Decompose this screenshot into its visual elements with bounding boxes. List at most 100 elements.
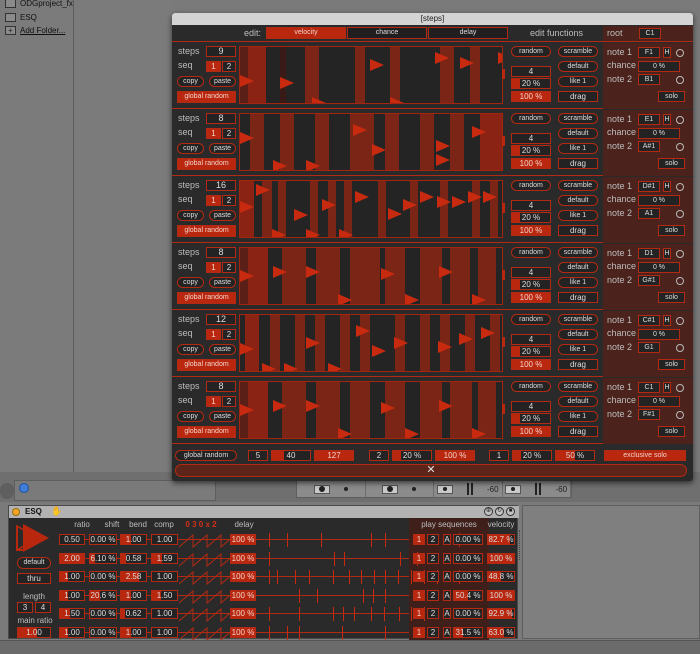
intensity-slider[interactable]: 100 % bbox=[511, 225, 551, 236]
step-column[interactable] bbox=[470, 47, 480, 103]
shift-slider[interactable]: 0.00 % bbox=[89, 534, 117, 545]
step-marker[interactable] bbox=[256, 184, 270, 196]
bend-slider[interactable]: 1.00 bbox=[120, 589, 147, 601]
ratio-slider[interactable]: 1.00 bbox=[59, 626, 85, 638]
hold-toggle[interactable]: H bbox=[663, 382, 671, 393]
hold-toggle[interactable]: H bbox=[663, 315, 671, 326]
monitor-button[interactable] bbox=[382, 484, 399, 494]
step-marker[interactable] bbox=[405, 428, 419, 438]
step-marker[interactable] bbox=[472, 428, 486, 438]
note1-field[interactable]: C1 bbox=[638, 382, 660, 393]
note1-field[interactable]: E1 bbox=[638, 114, 660, 125]
default-button[interactable]: default bbox=[558, 128, 598, 139]
step-marker[interactable] bbox=[355, 191, 369, 203]
random-button[interactable]: random bbox=[511, 113, 551, 124]
step-column[interactable] bbox=[450, 114, 464, 170]
delay-tick[interactable] bbox=[333, 607, 334, 621]
paste-button[interactable]: paste bbox=[209, 344, 236, 355]
note1-radio[interactable] bbox=[676, 116, 684, 124]
play-seq-1-button[interactable]: 1 bbox=[413, 608, 425, 619]
step-marker[interactable] bbox=[436, 140, 450, 152]
delay-tick[interactable] bbox=[269, 551, 270, 566]
global-value-slider[interactable]: 20 % bbox=[512, 450, 552, 461]
step-column[interactable] bbox=[390, 47, 400, 103]
note2-field[interactable]: F#1 bbox=[638, 409, 660, 420]
step-column[interactable] bbox=[360, 315, 370, 371]
step-marker[interactable] bbox=[481, 327, 495, 339]
step-marker[interactable] bbox=[405, 294, 419, 304]
step-marker[interactable] bbox=[273, 266, 287, 278]
delay-slider[interactable]: 100 % bbox=[230, 552, 256, 564]
play-seq-1-button[interactable]: 1 bbox=[413, 571, 425, 582]
step-marker[interactable] bbox=[381, 402, 395, 414]
step-grid[interactable] bbox=[239, 113, 503, 171]
step-marker[interactable] bbox=[240, 132, 254, 144]
note2-radio[interactable] bbox=[676, 277, 684, 285]
seq-2-button[interactable]: 2 bbox=[222, 61, 236, 72]
delay-tick[interactable] bbox=[287, 533, 288, 547]
note2-field[interactable]: A1 bbox=[638, 208, 660, 219]
step-column[interactable] bbox=[480, 114, 502, 170]
play-seq-2-button[interactable]: 2 bbox=[427, 571, 439, 582]
note2-radio[interactable] bbox=[676, 143, 684, 151]
bend-slider[interactable]: 0.62 bbox=[120, 608, 147, 619]
delay-tick[interactable] bbox=[385, 588, 386, 603]
scroll-handle[interactable] bbox=[502, 69, 505, 79]
note1-radio[interactable] bbox=[676, 317, 684, 325]
delay-tick[interactable] bbox=[371, 533, 372, 547]
paste-button[interactable]: paste bbox=[209, 210, 236, 221]
delay-slider[interactable]: 100 % bbox=[230, 534, 256, 545]
delay-tick[interactable] bbox=[398, 570, 399, 584]
step-marker[interactable] bbox=[273, 160, 287, 170]
play-seq-1-button[interactable]: 1 bbox=[413, 552, 425, 564]
velocity-slider[interactable]: 48.8 % bbox=[487, 571, 515, 582]
ratio-slider[interactable]: 1.00 bbox=[59, 589, 85, 601]
delay-tick[interactable] bbox=[411, 570, 412, 584]
monitor-button[interactable] bbox=[313, 484, 330, 494]
note1-radio[interactable] bbox=[676, 49, 684, 57]
delay-tick[interactable] bbox=[277, 570, 278, 584]
drag-button[interactable]: drag bbox=[558, 426, 598, 437]
device-on-toggle[interactable] bbox=[12, 508, 20, 516]
step-marker[interactable] bbox=[460, 57, 474, 69]
function-value-field[interactable]: 4 bbox=[511, 334, 551, 345]
scroll-handle[interactable] bbox=[502, 270, 505, 280]
amount-slider[interactable]: 20 % bbox=[511, 212, 551, 223]
step-column[interactable] bbox=[305, 47, 319, 103]
scroll-handle[interactable] bbox=[502, 404, 505, 414]
delay-tick[interactable] bbox=[287, 625, 288, 640]
delay-slider[interactable]: 100 % bbox=[230, 608, 256, 619]
intensity-slider[interactable]: 100 % bbox=[511, 158, 551, 169]
delay-tick[interactable] bbox=[374, 570, 375, 584]
amount-slider[interactable]: 20 % bbox=[511, 78, 551, 89]
step-column[interactable] bbox=[350, 382, 370, 438]
chance-field[interactable]: 0 % bbox=[638, 128, 680, 139]
drag-button[interactable]: drag bbox=[558, 359, 598, 370]
record-button[interactable] bbox=[505, 484, 522, 494]
step-column[interactable] bbox=[490, 315, 500, 371]
auto-toggle[interactable]: A bbox=[443, 534, 451, 545]
step-marker[interactable] bbox=[372, 144, 386, 156]
bend-slider[interactable]: 1.00 bbox=[120, 626, 147, 638]
step-marker[interactable] bbox=[339, 229, 353, 237]
global-random-button[interactable]: global random bbox=[177, 359, 236, 371]
play-seq-1-button[interactable]: 1 bbox=[413, 589, 425, 601]
delay-tick[interactable] bbox=[299, 607, 300, 621]
auto-toggle[interactable]: A bbox=[443, 571, 451, 582]
scroll-handle[interactable] bbox=[502, 136, 505, 146]
delay-tick[interactable] bbox=[333, 570, 334, 584]
drag-button[interactable]: drag bbox=[558, 292, 598, 303]
hold-toggle[interactable]: H bbox=[663, 114, 671, 125]
like-1-button[interactable]: like 1 bbox=[558, 143, 598, 154]
step-grid[interactable] bbox=[239, 381, 503, 439]
shift-slider[interactable]: 0.00 % bbox=[89, 571, 117, 582]
step-marker[interactable] bbox=[435, 52, 449, 64]
copy-button[interactable]: copy bbox=[177, 411, 204, 422]
delay-tick[interactable] bbox=[343, 607, 344, 621]
groove-icon[interactable] bbox=[0, 483, 14, 499]
step-marker[interactable] bbox=[420, 191, 434, 203]
sequence-chance-slider[interactable]: 0.00 % bbox=[453, 552, 483, 564]
delay-tick[interactable] bbox=[385, 570, 386, 584]
step-column[interactable] bbox=[420, 315, 430, 371]
steps-field[interactable]: 16 bbox=[206, 180, 236, 191]
